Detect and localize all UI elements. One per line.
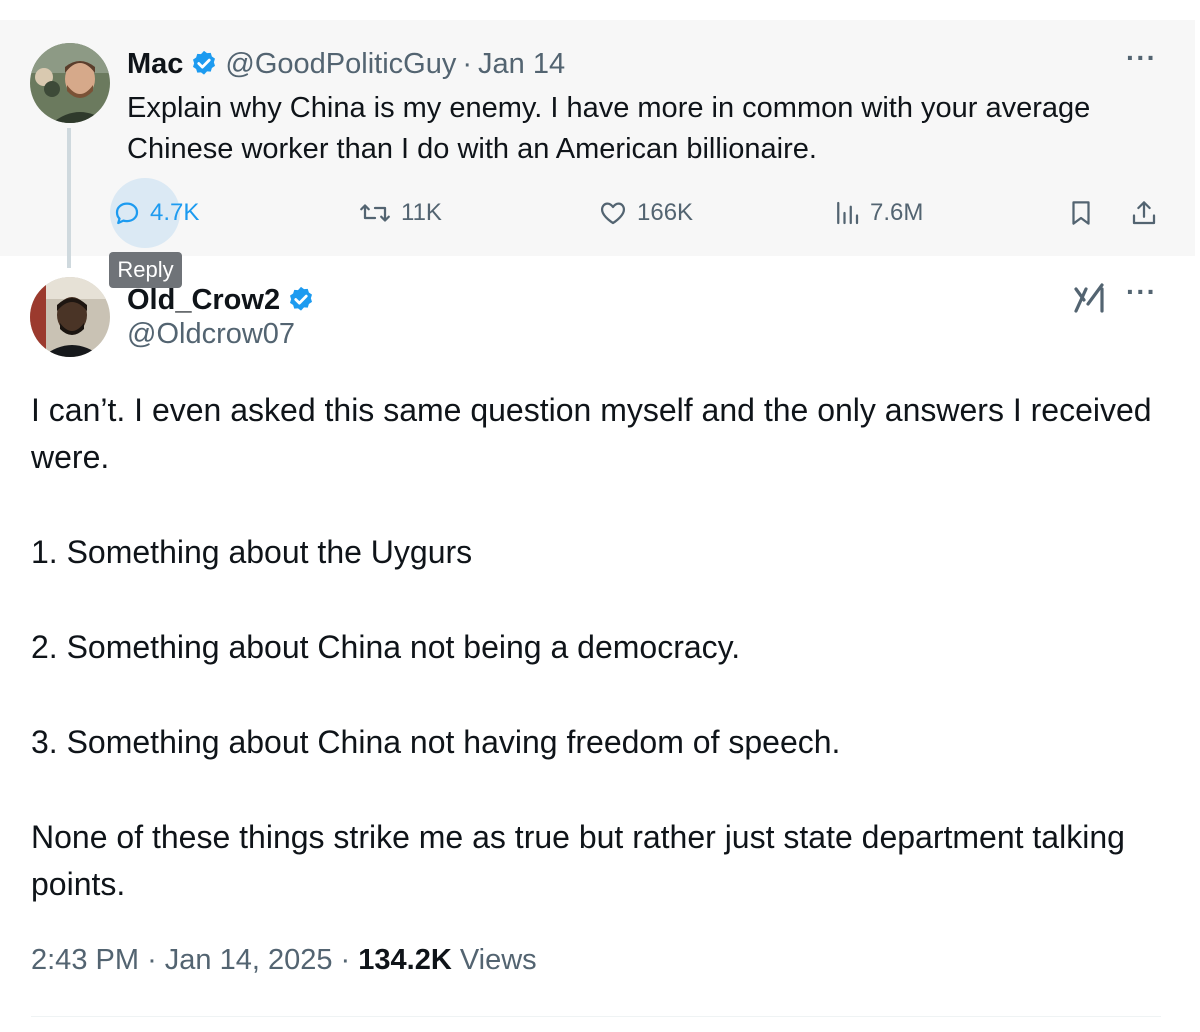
reply-button[interactable]: 4.7K [112,190,199,236]
author-handle[interactable]: @GoodPoliticGuy [225,48,456,81]
verified-badge-icon [189,49,219,79]
author-handle[interactable]: @Oldcrow07 [127,318,295,351]
more-options-icon[interactable]: ··· [1126,42,1157,74]
parent-tweet-actions: 4.7K 11K 166K 7.6M [0,190,1195,236]
retweet-arrows-icon [357,198,393,228]
views-label: Views [459,944,537,976]
bookmark-button[interactable] [1066,190,1096,236]
views-count: 7.6M [870,199,924,226]
bar-chart-icon [832,198,862,228]
like-button[interactable]: 166K [597,190,693,236]
avatar[interactable] [30,43,110,123]
speech-bubble-icon [112,198,142,228]
like-count: 166K [637,199,694,226]
tweet-paragraph: None of these things strike me as true b… [31,819,1125,902]
tweet-time[interactable]: 2:43 PM [31,944,139,976]
parent-tweet-text: Explain why China is my enemy. I have mo… [127,92,1091,165]
avatar[interactable] [30,277,110,357]
heart-icon [597,198,629,228]
views-total: 134.2K [358,944,452,976]
more-options-icon[interactable]: ··· [1126,276,1157,308]
upload-share-icon [1128,198,1160,228]
tweet-paragraph: 2. Something about China not being a dem… [31,629,741,665]
verified-badge-icon [286,285,316,315]
separator-dot: · [147,944,165,976]
grok-icon[interactable] [1072,280,1108,314]
separator-dot: · [340,944,359,976]
tweet-full-date[interactable]: Jan 14, 2025 [165,944,333,976]
share-button[interactable] [1128,190,1160,236]
reply-tweet-text: I can’t. I even asked this same question… [31,387,1161,908]
retweet-button[interactable]: 11K [357,190,442,236]
bookmark-icon [1066,198,1096,228]
author-name[interactable]: Mac [127,48,183,81]
reply-tooltip: Reply [109,252,182,288]
retweet-count: 11K [401,199,442,226]
tweet-metadata: 2:43 PM · Jan 14, 2025 · 134.2K Views [31,944,537,977]
parent-tweet-header: Mac @GoodPoliticGuy · Jan 14 [127,44,565,84]
author-name[interactable]: Old_Crow2 [127,284,280,317]
tweet-paragraph: 3. Something about China not having free… [31,724,841,760]
tweet-paragraph: 1. Something about the Uygurs [31,534,473,570]
separator-dot: · [462,47,473,80]
tweet-date[interactable]: Jan 14 [478,48,565,81]
reply-count: 4.7K [150,199,200,226]
tweet-paragraph: I can’t. I even asked this same question… [31,392,1152,475]
divider [31,1016,1161,1017]
views-button[interactable]: 7.6M [832,190,923,236]
